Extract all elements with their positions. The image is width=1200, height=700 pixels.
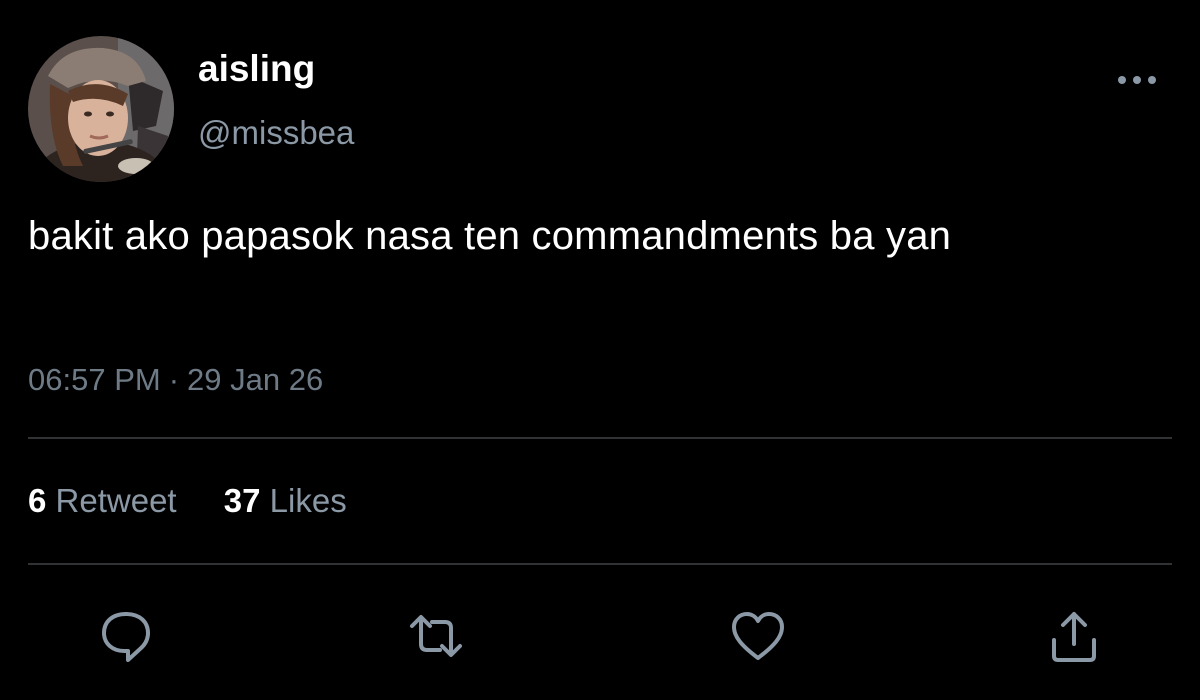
retweet-count: 6 <box>28 482 47 519</box>
like-button[interactable] <box>728 606 788 666</box>
avatar-photo <box>28 36 174 182</box>
tweet-text: bakit ako papasok nasa ten commandments … <box>28 214 952 258</box>
tweet-time: 06:57 PM <box>28 362 161 397</box>
reply-icon <box>102 612 150 662</box>
more-options-button[interactable] <box>1112 62 1162 98</box>
meta-separator: · <box>168 362 180 397</box>
retweet-button[interactable] <box>406 606 466 666</box>
author-handle[interactable]: @missbea <box>198 114 354 152</box>
author-display-name[interactable]: aisling <box>198 48 315 90</box>
share-button[interactable] <box>1044 606 1104 666</box>
share-icon <box>1052 612 1096 662</box>
tweet-detail: aisling @missbea bakit ako papasok nasa … <box>0 0 1200 700</box>
avatar[interactable] <box>28 36 174 182</box>
retweet-stat[interactable]: 6 Retweet <box>28 482 177 519</box>
reply-button[interactable] <box>96 606 156 666</box>
tweet-stats: 6 Retweet 37 Likes <box>28 482 385 520</box>
more-horizontal-icon <box>1118 76 1156 84</box>
tweet-date: 29 Jan 26 <box>187 362 324 397</box>
heart-icon <box>732 612 784 660</box>
tweet-timestamp[interactable]: 06:57 PM · 29 Jan 26 <box>28 362 323 398</box>
like-count: 37 <box>223 482 261 519</box>
likes-stat[interactable]: 37 Likes <box>224 482 347 519</box>
like-label: Likes <box>269 482 347 519</box>
divider <box>28 563 1172 565</box>
retweet-label: Retweet <box>55 482 177 519</box>
divider <box>28 437 1172 439</box>
retweet-icon <box>410 615 462 657</box>
